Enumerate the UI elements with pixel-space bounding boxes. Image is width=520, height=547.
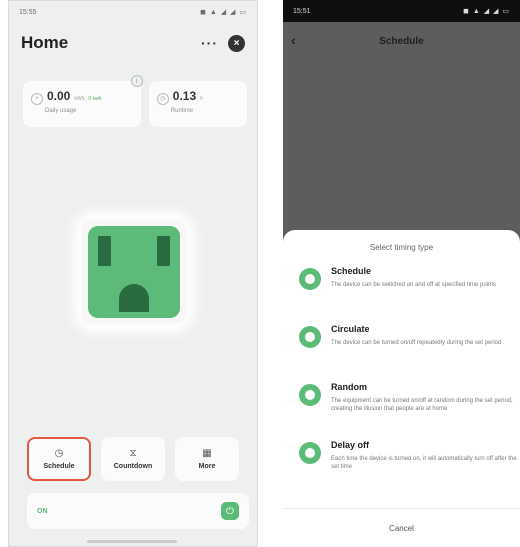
option-random[interactable]: Random The equipment can be turned on/of… [283, 382, 520, 430]
plug-illustration[interactable] [81, 219, 187, 325]
status-icons: ◼ ▲ ◢ ◢ ▭ [463, 8, 510, 15]
power-bar: ON ⏻ [27, 493, 249, 529]
timing-type-sheet: Select timing type Schedule The device c… [283, 230, 520, 547]
daily-usage-value: 0.00 [47, 89, 71, 103]
daily-usage-card: ⚡ 0.00 kWh 0 kwh Daily usage i [23, 75, 143, 127]
option-description: The device can be switched on and off at… [331, 282, 496, 288]
cancel-button[interactable]: Cancel [283, 524, 520, 533]
home-screen: 15:55 ◼ ▲ ◢ ◢ ▭ Home ··· × ⚡ 0.00 kWh 0 … [8, 0, 258, 547]
runtime-value: 0.13 [172, 89, 197, 103]
power-state: ON [37, 507, 48, 515]
clock-icon: ◷ [156, 92, 169, 105]
runtime-label: Runtime [170, 107, 194, 114]
schedule-header: ‹ Schedule [283, 22, 520, 60]
schedule-screen: 15:51 ◼ ▲ ◢ ◢ ▭ ‹ Schedule Select timing… [283, 0, 520, 547]
energy-icon: ⚡ [31, 92, 43, 105]
runtime-card: ◷ 0.13 h Runtime [148, 81, 247, 127]
divider [283, 508, 520, 509]
close-icon[interactable]: × [228, 34, 245, 52]
schedule-label: Schedule [43, 463, 75, 470]
option-title: Random [331, 382, 367, 392]
timer-icon [299, 442, 321, 464]
option-description: The device can be turned on/off repeated… [331, 340, 502, 346]
home-header: Home ··· × [9, 23, 257, 63]
option-title: Circulate [331, 324, 370, 334]
countdown-button[interactable]: ⧖ Countdown [101, 437, 165, 481]
clock-icon [299, 268, 321, 290]
status-time: 15:51 [293, 7, 311, 15]
option-description: Each time the device is turned on, it wi… [331, 456, 517, 470]
status-time: 15:55 [19, 8, 37, 16]
option-title: Schedule [331, 266, 372, 276]
page-title: Schedule [379, 35, 424, 47]
option-description: The equipment can be turned on/off at ra… [331, 398, 513, 412]
status-bar: 15:55 ◼ ▲ ◢ ◢ ▭ [9, 1, 257, 23]
daily-usage-unit: kWh [74, 96, 85, 102]
option-circulate[interactable]: Circulate The device can be turned on/of… [283, 324, 520, 372]
grid-icon: ▦ [202, 448, 212, 459]
option-schedule[interactable]: Schedule The device can be switched on a… [283, 266, 520, 314]
back-arrow-icon[interactable]: ‹ [291, 32, 296, 48]
daily-usage-delta: 0 kwh [88, 96, 102, 102]
option-delay-off[interactable]: Delay off Each time the device is turned… [283, 440, 520, 488]
more-label: More [198, 463, 216, 470]
status-icons: ◼ ▲ ◢ ◢ ▭ [200, 9, 247, 16]
power-icon[interactable]: ⏻ [221, 502, 239, 520]
home-indicator [87, 540, 177, 543]
daily-usage-label: Daily usage [45, 107, 77, 114]
option-title: Delay off [331, 440, 370, 450]
countdown-label: Countdown [113, 463, 153, 470]
page-title: Home [21, 33, 69, 52]
clock-icon: ◷ [54, 448, 64, 459]
schedule-button[interactable]: ◷ Schedule [27, 437, 91, 481]
random-icon [299, 384, 321, 406]
repeat-icon [299, 326, 321, 348]
info-icon[interactable]: i [130, 75, 143, 87]
outlet-icon [88, 226, 180, 318]
more-button[interactable]: ▦ More [175, 437, 239, 481]
hourglass-icon: ⧖ [129, 448, 137, 459]
more-options-icon[interactable]: ··· [201, 35, 218, 51]
sheet-title: Select timing type [369, 243, 434, 252]
status-bar: 15:51 ◼ ▲ ◢ ◢ ▭ [283, 0, 520, 22]
runtime-unit: h [200, 96, 203, 102]
